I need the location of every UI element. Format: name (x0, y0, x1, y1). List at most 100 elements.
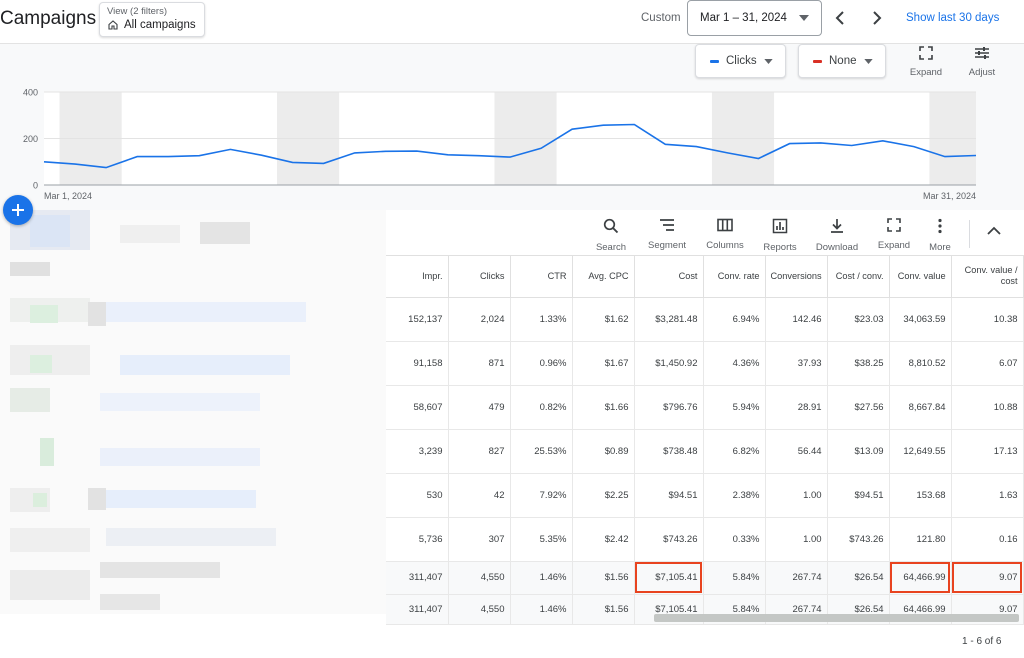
table-cell: 121.80 (889, 517, 952, 562)
date-mode-label: Custom (641, 12, 681, 24)
table-cell: 4,550 (448, 561, 511, 595)
segment-button[interactable]: Segment (641, 218, 693, 251)
table-cell: 153.68 (889, 473, 952, 518)
highlighted-total-cell: 64,466.99 (889, 561, 952, 595)
table-cell: 1.33% (510, 297, 573, 342)
table-cell: 0.16 (951, 517, 1024, 562)
reports-button[interactable]: Reports (754, 218, 806, 253)
column-header[interactable]: Conv. value / cost (951, 256, 1024, 298)
table-cell: 827 (448, 429, 511, 474)
table-cell: $1.66 (572, 385, 635, 430)
column-header[interactable]: Cost / conv. (827, 256, 890, 298)
metric1-selector[interactable]: Clicks (695, 44, 786, 78)
table-cell: $13.09 (827, 429, 890, 474)
dropdown-arrow-icon (764, 58, 773, 64)
column-header[interactable]: Impr. (386, 256, 449, 298)
table-cell: 3,239 (386, 429, 449, 474)
blur-block (10, 570, 90, 600)
next-period-button[interactable] (867, 8, 887, 28)
search-button[interactable]: Search (585, 218, 637, 253)
table-cell: $743.26 (634, 517, 704, 562)
column-header[interactable]: CTR (510, 256, 573, 298)
performance-chart-area: 400 200 0 Mar 1, 2024 Mar 31, 2024 Clicks No… (0, 44, 1024, 210)
table-cell: 2.38% (703, 473, 766, 518)
show-last-30-days-link[interactable]: Show last 30 days (906, 12, 999, 24)
table-cell: $1.56 (572, 594, 635, 625)
blur-block (30, 305, 58, 323)
blur-block (100, 594, 160, 610)
highlighted-total-cell: 9.07 (951, 561, 1024, 595)
column-header[interactable]: Cost (634, 256, 704, 298)
column-header[interactable]: Conv. value (889, 256, 952, 298)
table-cell: 871 (448, 341, 511, 386)
home-icon (108, 20, 118, 30)
table-cell: $738.48 (634, 429, 704, 474)
table-row: 58,607 479 0.82% $1.66 $796.76 5.94% 28.91 $27.… (386, 385, 1024, 430)
tune-icon (975, 47, 989, 59)
table-cell: 28.91 (765, 385, 828, 430)
blur-block (30, 215, 70, 247)
previous-period-button[interactable] (830, 8, 850, 28)
table-cell: 5.94% (703, 385, 766, 430)
top-bar: Campaigns View (2 filters) All campaigns… (0, 0, 1024, 44)
metric2-selector[interactable]: None (798, 44, 886, 78)
y-tick-label: 400 (23, 88, 38, 98)
collapse-button[interactable] (987, 223, 1001, 241)
blur-block (120, 355, 290, 375)
dropdown-arrow-icon (864, 58, 873, 64)
chevron-right-icon (873, 11, 882, 25)
table-cell: 58,607 (386, 385, 449, 430)
chart-adjust-button[interactable]: Adjust (960, 46, 1004, 78)
dropdown-arrow-icon (798, 15, 809, 21)
more-button[interactable]: More (914, 218, 966, 253)
blur-block (33, 493, 47, 507)
view-selector[interactable]: View (2 filters) All campaigns (99, 2, 205, 37)
table-cell: 152,137 (386, 297, 449, 342)
blur-block (10, 388, 50, 412)
table-cell: 0.33% (703, 517, 766, 562)
horizontal-scrollbar[interactable] (654, 614, 1019, 622)
table-cell: $1.56 (572, 561, 635, 595)
table-cell: 10.38 (951, 297, 1024, 342)
table-cell: 34,063.59 (889, 297, 952, 342)
date-range-picker[interactable]: Mar 1 – 31, 2024 (687, 0, 822, 36)
column-header[interactable]: Avg. CPC (572, 256, 635, 298)
download-button[interactable]: Download (811, 218, 863, 253)
reports-label: Reports (763, 242, 797, 253)
date-range-value: Mar 1 – 31, 2024 (700, 12, 787, 24)
table-cell: 4,550 (448, 594, 511, 625)
blur-block (10, 528, 90, 552)
column-header[interactable]: Conversions (765, 256, 828, 298)
x-start-label: Mar 1, 2024 (44, 191, 92, 201)
plus-icon (12, 204, 24, 216)
chart-expand-button[interactable]: Expand (904, 46, 948, 78)
blur-block (10, 262, 50, 276)
column-header[interactable]: Conv. rate (703, 256, 766, 298)
table-cell: 530 (386, 473, 449, 518)
reports-icon (772, 218, 788, 234)
table-cell: 2,024 (448, 297, 511, 342)
chevron-up-icon (987, 226, 1001, 235)
table-cell: 1.00 (765, 517, 828, 562)
more-vert-icon (938, 218, 942, 234)
table-cell: 6.07 (951, 341, 1024, 386)
table-cell: $2.25 (572, 473, 635, 518)
page-title: Campaigns (0, 8, 97, 29)
table-cell: 479 (448, 385, 511, 430)
columns-label: Columns (706, 240, 744, 251)
blur-block (106, 528, 276, 546)
table-cell: 25.53% (510, 429, 573, 474)
view-value: All campaigns (124, 19, 196, 31)
table-expand-button[interactable]: Expand (868, 218, 920, 251)
more-label: More (929, 242, 951, 253)
chart-expand-label: Expand (909, 67, 943, 78)
table-cell: $94.51 (827, 473, 890, 518)
column-header[interactable]: Clicks (448, 256, 511, 298)
download-icon (831, 219, 843, 233)
blur-block (106, 490, 256, 508)
metric1-label: Clicks (726, 55, 757, 67)
table-cell: 311,407 (386, 561, 449, 595)
blur-block (88, 488, 106, 510)
columns-button[interactable]: Columns (699, 218, 751, 251)
add-campaign-button[interactable] (3, 195, 33, 225)
